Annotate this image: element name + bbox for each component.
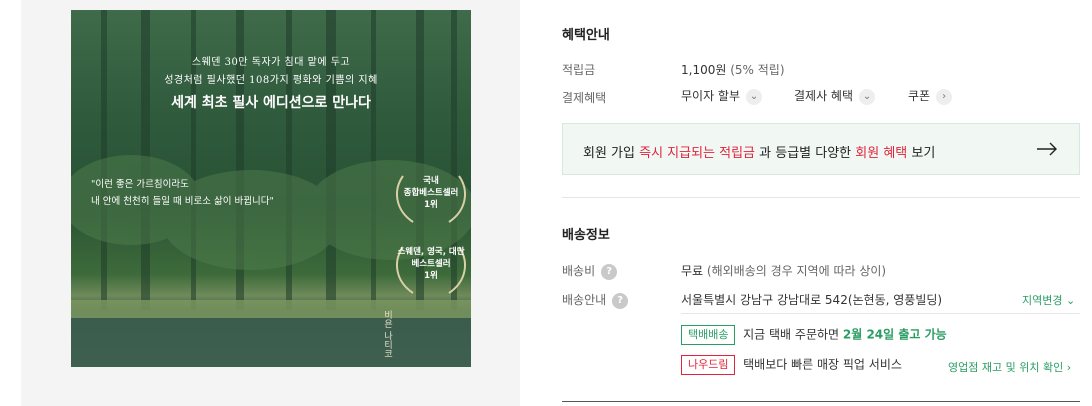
help-icon[interactable]: ?: [601, 263, 618, 280]
points-label: 적립금: [562, 63, 596, 77]
cover-subtitle: 스웨덴 30만 독자가 침대 맡에 두고 성경처럼 필사했던 108가지 평화와…: [164, 57, 378, 86]
chevron-down-icon: ⌄: [1065, 294, 1076, 307]
parcel-delivery-row: 택배배송 지금 택배 주문하면 2월 24일 출고 가능: [681, 325, 947, 345]
delivery-guide-label: 배송안내?: [562, 291, 629, 309]
delivery-title: 배송정보: [562, 228, 610, 243]
delivery-address: 서울특별시 강남구 강남대로 542(논현동, 영풍빌딩): [681, 293, 943, 307]
delivery-fee-value: 무료 (해외배송의 경우 지역에 따라 상이): [681, 264, 887, 278]
chevron-right-icon: ›: [936, 88, 953, 105]
delivery-fee-label: 배송비?: [562, 262, 618, 280]
store-stock-link[interactable]: 영업점 재고 및 위치 확인 ›: [948, 359, 1071, 375]
nowdream-tag: 나우드림: [681, 355, 736, 375]
benefits-title: 혜택안내: [562, 28, 610, 43]
author-signature: 비욘 나티코: [382, 310, 392, 358]
arrow-right-icon: [1037, 142, 1057, 156]
row-divider: [681, 313, 1080, 314]
chevron-down-icon: ⌄: [746, 88, 763, 105]
chevron-down-icon: ⌄: [859, 88, 876, 105]
promo-text: 회원 가입 즉시 지급되는 적립금 과 등급별 다양한 회원 혜택 보기: [583, 146, 936, 161]
book-cover-image[interactable]: 스웨덴 30만 독자가 침대 맡에 두고 성경처럼 필사했던 108가지 평화와…: [71, 10, 471, 367]
coupon-button[interactable]: 쿠폰 ›: [908, 87, 953, 105]
cover-headline: 세계 최초 필사 에디션으로 만나다: [171, 95, 371, 111]
help-icon[interactable]: ?: [612, 292, 629, 309]
pickup-row: 나우드림 택배보다 빠른 매장 픽업 서비스: [681, 355, 902, 375]
change-region-link[interactable]: 지역변경 ⌄: [1022, 292, 1075, 308]
chevron-right-icon: ›: [1066, 361, 1072, 374]
parcel-delivery-tag: 택배배송: [681, 325, 736, 345]
cover-quote: "이런 좋은 가르침이라도 내 안에 천천히 들일 때 비로소 삶이 바뀝니다": [91, 179, 274, 207]
membership-promo-banner[interactable]: 회원 가입 즉시 지급되는 적립금 과 등급별 다양한 회원 혜택 보기: [562, 123, 1080, 175]
bestseller-badge-domestic: 국내 종합베스트셀러 1위: [403, 176, 459, 210]
bestseller-badge-international: 스웨덴, 영국, 대만 베스트셀러 1위: [397, 247, 465, 281]
installment-button[interactable]: 무이자 할부 ⌄: [681, 87, 763, 105]
product-gallery: 스웨덴 30만 독자가 침대 맡에 두고 성경처럼 필사했던 108가지 평화와…: [21, 0, 520, 406]
section-divider: [562, 197, 1080, 198]
points-value: 1,100원 (5% 적립): [681, 63, 785, 77]
card-benefit-button[interactable]: 결제사 혜택 ⌄: [794, 87, 876, 105]
bottom-divider: [562, 401, 1080, 402]
payment-benefit-label: 결제혜택: [562, 91, 607, 105]
